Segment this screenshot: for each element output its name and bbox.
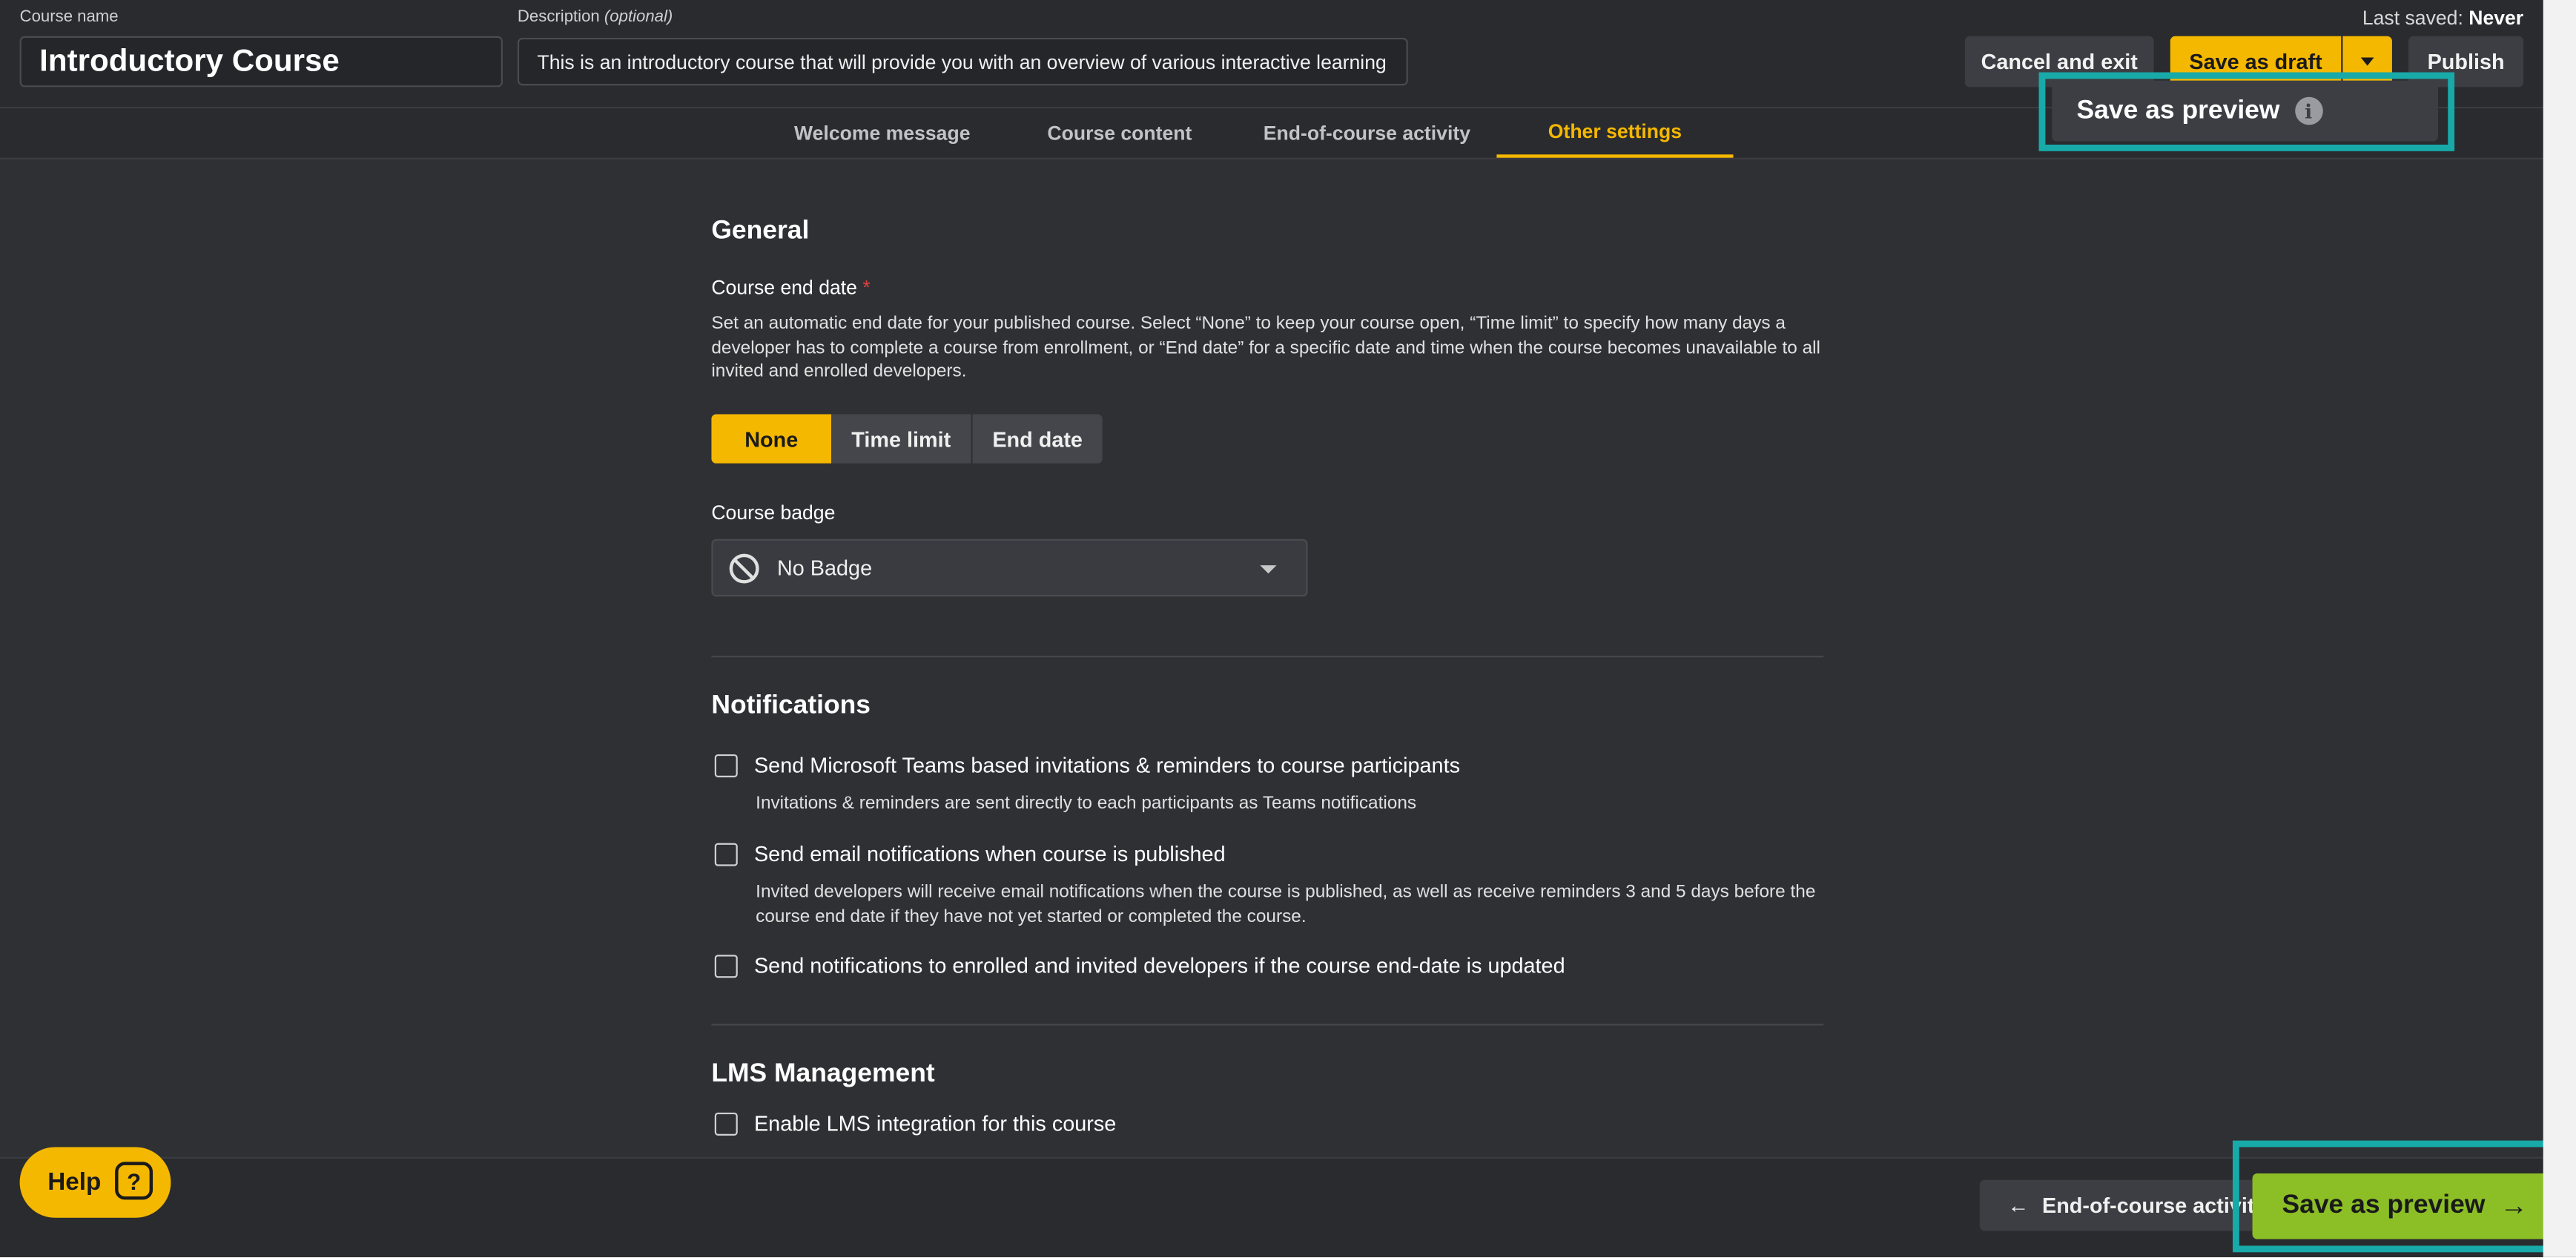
end-date-update-notifications-checkbox[interactable]	[714, 955, 738, 978]
caret-down-icon	[2360, 57, 2374, 66]
last-saved-status: Last saved: Never	[2362, 7, 2523, 30]
course-editor: Course name Introductory Course Descript…	[0, 0, 2576, 1257]
section-divider	[711, 1024, 1824, 1026]
help-button-label: Help	[47, 1168, 102, 1196]
page-scrollbar[interactable]	[2543, 0, 2576, 1257]
course-badge-label: Course badge	[711, 501, 836, 524]
last-saved-label: Last saved:	[2362, 6, 2463, 30]
option-none[interactable]: None	[711, 414, 832, 464]
tab-course-content[interactable]: Course content	[1035, 108, 1204, 157]
email-notifications-help: Invited developers will receive email no…	[756, 882, 1816, 926]
option-end-date[interactable]: End date	[972, 414, 1103, 464]
description-label: Description (optional)	[518, 8, 673, 26]
general-heading: General	[711, 217, 810, 246]
help-button[interactable]: Help ?	[19, 1147, 171, 1218]
course-end-date-help: Set an automatic end date for your publi…	[711, 314, 1820, 382]
required-mark: *	[862, 276, 871, 300]
teams-notifications-label[interactable]: Send Microsoft Teams based invitations &…	[754, 753, 1460, 777]
course-end-date-label: Course end date *	[711, 276, 870, 299]
course-end-date-text: Course end date	[711, 276, 857, 300]
no-badge-icon	[729, 553, 759, 583]
end-date-update-notifications-label[interactable]: Send notifications to enrolled and invit…	[754, 953, 1565, 978]
arrow-left-icon: ←	[2007, 1193, 2030, 1218]
highlight-box-footer	[2233, 1140, 2576, 1253]
teams-notifications-checkbox[interactable]	[714, 754, 738, 777]
back-button-label: End-of-course activity	[2041, 1193, 2259, 1218]
description-label-text: Description	[517, 8, 600, 27]
tab-other-settings[interactable]: Other settings	[1496, 108, 1734, 158]
tab-welcome-message[interactable]: Welcome message	[782, 108, 982, 157]
course-name-input[interactable]: Introductory Course	[19, 36, 503, 88]
chevron-down-icon	[1260, 565, 1277, 574]
email-notifications-checkbox[interactable]	[714, 843, 738, 866]
lms-integration-checkbox[interactable]	[714, 1112, 738, 1136]
lms-integration-label[interactable]: Enable LMS integration for this course	[754, 1111, 1116, 1136]
last-saved-value: Never	[2468, 6, 2524, 30]
lms-management-heading: LMS Management	[711, 1060, 935, 1088]
course-name-label: Course name	[19, 8, 119, 27]
description-input[interactable]: This is an introductory course that will…	[517, 37, 1408, 86]
description-optional-text: (optional)	[604, 8, 673, 27]
end-date-segmented-control: None Time limit End date	[711, 414, 1103, 464]
option-time-limit[interactable]: Time limit	[831, 414, 973, 464]
teams-notifications-help: Invitations & reminders are sent directl…	[756, 794, 1417, 814]
course-badge-value: No Badge	[776, 555, 873, 581]
back-to-end-of-course-activity-button[interactable]: ← End-of-course activity	[1979, 1179, 2259, 1231]
email-notifications-label[interactable]: Send email notifications when course is …	[754, 841, 1226, 866]
help-chat-icon: ?	[115, 1162, 153, 1200]
notifications-heading: Notifications	[711, 691, 871, 720]
course-badge-select[interactable]: No Badge	[711, 539, 1308, 597]
highlight-box-menu	[2038, 72, 2455, 151]
section-divider	[711, 656, 1824, 658]
tab-end-of-course-activity[interactable]: End-of-course activity	[1257, 108, 1477, 157]
